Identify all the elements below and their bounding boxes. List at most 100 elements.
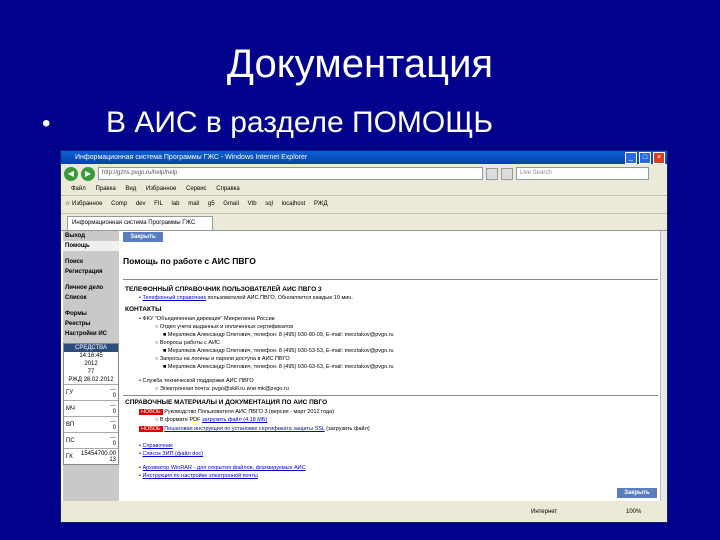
- address-input[interactable]: http://gzhs.pvgo.ru/help/help: [98, 167, 483, 180]
- sidebar-item-registration[interactable]: Регистрация: [63, 267, 119, 277]
- funds-time: 14:16:45: [79, 353, 103, 359]
- browser-tab[interactable]: Информационная система Программы ГЖС: [67, 216, 213, 230]
- minimize-button[interactable]: _: [625, 152, 637, 164]
- search-input[interactable]: Live Search: [516, 167, 649, 180]
- doc-line: НОВОЕ Руководство Пользователя АИС ПВГО …: [139, 409, 334, 415]
- funds-year: 2012: [84, 361, 98, 367]
- stop-icon[interactable]: [501, 167, 513, 180]
- contact-text: Мерзляков Александр Олегович, телефон: 8…: [167, 364, 394, 370]
- menu-view[interactable]: Вид: [125, 186, 136, 192]
- funds-row-label: ВП: [66, 421, 75, 428]
- funds-row: ГУ --- 0: [64, 384, 118, 400]
- bullet-text: В АИС в разделе ПОМОЩЬ: [106, 106, 494, 139]
- contact-text: Вопросы работы с АИС: [159, 340, 220, 346]
- page-viewport: Выход Помощь Поиск Регистрация Личное де…: [61, 231, 667, 501]
- close-button-bottom[interactable]: Закрыть: [617, 488, 657, 498]
- org-name: ФКУ "Объединенная дирекция" Минрегиона Р…: [142, 316, 275, 322]
- doc2-text: (загрузить файл): [326, 426, 370, 432]
- new-badge: НОВОЕ: [139, 426, 163, 432]
- back-icon[interactable]: ◀: [64, 166, 78, 181]
- sidebar-item-list[interactable]: Список: [63, 293, 119, 303]
- phonebook-link[interactable]: Телефонный справочник: [142, 295, 205, 301]
- mail-settings-link[interactable]: Инструкция по настройке электронной почт…: [142, 473, 257, 479]
- fav-item[interactable]: ☆ Избранное: [65, 201, 102, 207]
- menu-favorites[interactable]: Избранное: [146, 186, 176, 192]
- support-email: ○ Электронная почта: pvgo@skill.ru или m…: [155, 386, 289, 392]
- contact-line: ■ Мерзляков Александр Олегович, телефон:…: [163, 348, 394, 354]
- maximize-button[interactable]: □: [639, 152, 651, 164]
- funds-header: СРЕДСТВА: [64, 344, 118, 352]
- new-badge: НОВОЕ: [139, 409, 163, 415]
- fav-item[interactable]: dev: [136, 201, 146, 207]
- forward-icon[interactable]: ▶: [81, 166, 95, 181]
- funds-panel: СРЕДСТВА 14:16:45 2012 77 РЖД 28.02.2012…: [63, 343, 119, 465]
- contact-text: Запросы на логины и пароли доступа в АИС…: [159, 356, 290, 362]
- ext2-link[interactable]: Список ЗИП (файл doc): [142, 451, 203, 457]
- contact-line: ○ Отдел учета выданных и оплаченных серт…: [155, 324, 294, 330]
- menu-tools[interactable]: Сервис: [186, 186, 207, 192]
- funds-row-label: ГУ: [66, 389, 74, 396]
- contact-line: ○ Вопросы работы с АИС: [155, 340, 220, 346]
- fav-item[interactable]: localhost: [282, 201, 306, 207]
- fav-item[interactable]: mail: [188, 201, 199, 207]
- close-window-button[interactable]: ×: [653, 152, 665, 164]
- menu-bar: Файл Правка Вид Избранное Сервис Справка: [61, 183, 667, 196]
- contact-text: Отдел учета выданных и оплаченных сертиф…: [159, 324, 294, 330]
- phonebook-line: • Телефонный справочник пользователей АИ…: [139, 295, 353, 301]
- fav-item[interactable]: g5: [208, 201, 215, 207]
- funds-row-label: ПС: [66, 437, 75, 444]
- doc1-text: Руководство Пользователя АИС ПВГО 3 (вер…: [164, 409, 335, 415]
- funds-row-v2: 0: [112, 424, 116, 431]
- fav-item[interactable]: Comp: [111, 201, 127, 207]
- slide-bullet: • В АИС в разделе ПОМОЩЬ: [42, 106, 493, 140]
- favorites-bar: ☆ Избранное Comp dev FIL lab mail g5 Gma…: [61, 196, 667, 214]
- doc-line: • Инструкция по настройке электронной по…: [139, 473, 258, 479]
- doc1-pdf: В формате PDF: [159, 417, 201, 423]
- funds-row: ГК 15454700.00 13: [64, 448, 118, 464]
- close-button[interactable]: Закрыть: [123, 232, 163, 242]
- fav-item[interactable]: sql: [265, 201, 273, 207]
- fav-item[interactable]: Gmail: [223, 201, 239, 207]
- contact-line: ○ Запросы на логины и пароли доступа в А…: [155, 356, 290, 362]
- sidebar-item-search[interactable]: Поиск: [63, 257, 119, 267]
- ext1-link[interactable]: Справочник: [142, 443, 172, 449]
- phonebook-heading: ТЕЛЕФОННЫЙ СПРАВОЧНИК ПОЛЬЗОВАТЕЛЕЙ АИС …: [125, 286, 322, 293]
- funds-row: ПС --- 0: [64, 432, 118, 448]
- refresh-icon[interactable]: [486, 167, 498, 180]
- funds-row-label: МЧ: [66, 405, 75, 412]
- fav-item[interactable]: FIL: [154, 201, 163, 207]
- funds-row-label: ГК: [66, 453, 73, 460]
- zoom-level[interactable]: 100%: [626, 502, 641, 522]
- sidebar-item-personal-file[interactable]: Личное дело: [63, 283, 119, 293]
- contact-line: ■ Мерзляков Александр Олегович, телефон:…: [163, 364, 394, 370]
- funds-num: 77: [87, 369, 95, 375]
- menu-help[interactable]: Справка: [216, 186, 240, 192]
- contacts-org: • ФКУ "Объединенная дирекция" Минрегиона…: [139, 316, 275, 322]
- tab-bar: Информационная система Программы ГЖС: [61, 214, 667, 231]
- sidebar-item-forms[interactable]: Формы: [63, 309, 119, 319]
- sidebar-item-settings[interactable]: Настройки ИС: [63, 329, 119, 339]
- fav-item[interactable]: РЖД: [314, 201, 328, 207]
- status-zone: Интернет: [531, 509, 558, 515]
- window-title: Информационная система Программы ГЖС - W…: [75, 154, 308, 161]
- winrar-link[interactable]: Архиватор WinRAR - для открытия файлов, …: [142, 465, 305, 471]
- doc-line: • Справочник: [139, 443, 173, 449]
- doc1-download-link[interactable]: загрузить файл (4.18 МБ): [202, 417, 267, 423]
- bullet-marker: •: [42, 110, 51, 138]
- slide-title: Документация: [226, 42, 494, 86]
- phonebook-text: пользователей АИС ПВГО. Обновляется кажд…: [207, 295, 353, 301]
- menu-file[interactable]: Файл: [71, 186, 86, 192]
- vertical-scrollbar[interactable]: [660, 231, 667, 501]
- status-bar: Интернет 100%: [61, 502, 667, 522]
- doc-line: • Список ЗИП (файл doc): [139, 451, 203, 457]
- fav-item[interactable]: lab: [172, 201, 180, 207]
- doc2-link[interactable]: Пошаговая инструкция по установке сертиф…: [164, 426, 325, 432]
- funds-date: РЖД 28.02.2012: [68, 377, 114, 383]
- sidebar-item-exit[interactable]: Выход: [63, 231, 119, 241]
- docs-heading: СПРАВОЧНЫЕ МАТЕРИАЛЫ И ДОКУМЕНТАЦИЯ ПО А…: [125, 399, 328, 406]
- sidebar-item-registers[interactable]: Реестры: [63, 319, 119, 329]
- support-line: • Служба технической поддержки АИС ПВГО: [139, 378, 254, 384]
- menu-edit[interactable]: Правка: [95, 186, 115, 192]
- sidebar-item-help[interactable]: Помощь: [63, 241, 119, 251]
- fav-item[interactable]: Vtb: [248, 201, 257, 207]
